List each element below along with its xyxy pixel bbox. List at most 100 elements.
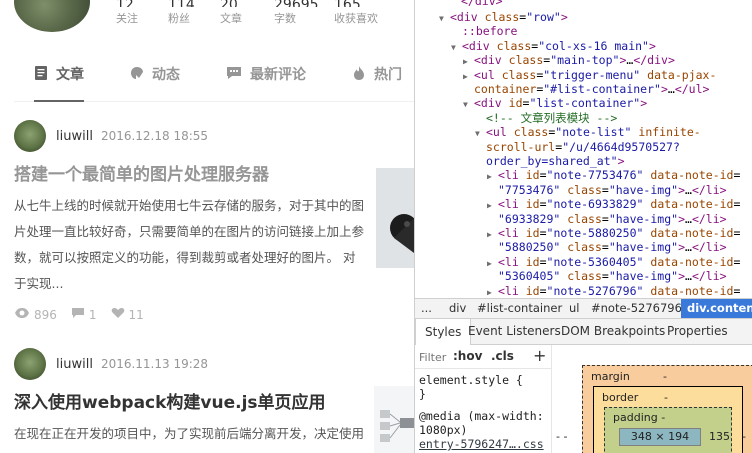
expand-triangle-icon[interactable]: ▶: [487, 170, 498, 184]
styles-pane: element.style { } @media (max-width: 108…: [415, 369, 551, 453]
expand-triangle-icon[interactable]: ▶: [487, 228, 498, 242]
dom-node-line[interactable]: "7753476" class="have-img">…</li>: [498, 183, 727, 197]
stat-label: 文章: [220, 12, 242, 25]
tab-hot[interactable]: 热门: [352, 64, 402, 102]
article-thumbnail[interactable]: [376, 168, 414, 268]
dom-line: </div>: [461, 0, 503, 8]
dom-node-line[interactable]: ▶ <li id="note-5276796" data-note-id=: [487, 284, 740, 298]
expand-triangle-icon[interactable]: ▶: [487, 257, 498, 271]
styles-filter-input[interactable]: [419, 349, 451, 365]
breadcrumb-item[interactable]: #list-container: [477, 301, 562, 315]
dom-node-line[interactable]: order_by=shared_at">: [486, 154, 625, 168]
devtools-panel: </div> ▼ <div class="row">::before ▼ <div c…: [414, 0, 752, 453]
article-footer: 896 1 11: [14, 307, 414, 322]
dom-node-line[interactable]: ▼ <div class="col-xs-16 main">: [451, 39, 656, 53]
tab-properties[interactable]: Properties: [667, 324, 728, 338]
publish-time: 2016.12.18 18:55: [100, 129, 209, 143]
expand-triangle-icon[interactable]: ▶: [487, 286, 498, 298]
box-model-border[interactable]: border - padding - 348 × 194 135: [593, 386, 743, 453]
expand-triangle-icon[interactable]: ▼: [439, 12, 450, 26]
dom-node-line[interactable]: ▶ <li id="note-5360405" data-note-id=: [487, 255, 740, 269]
stat-value: 114: [168, 0, 195, 7]
padding-label: padding -: [613, 411, 666, 424]
article-title[interactable]: 搭建一个最简单的图片处理服务器: [14, 163, 414, 187]
profile-avatar[interactable]: [14, 0, 90, 32]
dom-node-line[interactable]: "5880250" class="have-img">…</li>: [498, 240, 727, 254]
box-model-margin[interactable]: margin - border - padding - 348 × 194 13…: [582, 365, 752, 453]
element-style-close: }: [419, 387, 426, 401]
dom-node-line[interactable]: ▼ <ul class="note-list" infinite-: [475, 125, 701, 139]
tab-styles[interactable]: Styles: [415, 319, 472, 345]
dom-node-line[interactable]: scroll-url="/u/4664d9570527?: [486, 140, 680, 154]
author-name[interactable]: liuwill: [56, 357, 93, 372]
breadcrumb-item[interactable]: #note-5276796: [591, 301, 682, 315]
stat-articles[interactable]: 20 文章: [220, 0, 242, 26]
element-style-rule[interactable]: element.style {: [419, 373, 523, 387]
tab-label: 最新评论: [250, 67, 306, 83]
dom-node-line[interactable]: ::before: [462, 24, 517, 38]
tab-label: 文章: [56, 67, 84, 83]
expand-triangle-icon[interactable]: ▼: [451, 41, 462, 55]
stat-following[interactable]: 12 关注: [116, 0, 138, 26]
stat-label: 字数: [274, 12, 296, 25]
styles-filter-bar: :hov .cls +: [415, 345, 551, 369]
article-title[interactable]: 深入使用webpack构建vue.js单页应用: [14, 391, 414, 415]
box-model-padding[interactable]: padding - 348 × 194 135: [604, 407, 732, 453]
breadcrumb-item-selected[interactable]: div.content: [681, 299, 752, 318]
sidebar-pane-tabs: Styles Event Listeners DOM Breakpoints P…: [415, 318, 752, 345]
elements-tree[interactable]: </div> ▼ <div class="row">::before ▼ <div c…: [415, 0, 752, 298]
article-icon: [34, 66, 48, 80]
box-model-content[interactable]: 348 × 194: [619, 428, 701, 446]
author-name[interactable]: liuwill: [56, 129, 93, 144]
tab-activity[interactable]: 动态: [130, 64, 180, 102]
article-item[interactable]: liuwill 2016.12.18 18:55 搭建一个最简单的图片处理服务器…: [14, 120, 414, 322]
dom-node-line[interactable]: ▶ <ul class="trigger-menu" data-pjax-: [463, 68, 716, 82]
tab-dom-breakpoints[interactable]: DOM Breakpoints: [561, 324, 665, 338]
dom-node-line[interactable]: "6933829" class="have-img">…</li>: [498, 212, 727, 226]
author-avatar[interactable]: [14, 348, 46, 380]
expand-triangle-icon[interactable]: ▶: [463, 70, 474, 84]
stat-followers[interactable]: 114 粉丝: [168, 0, 195, 26]
cls-toggle[interactable]: .cls: [491, 349, 514, 363]
breadcrumb-item[interactable]: ...: [421, 301, 432, 315]
tab-label: 动态: [152, 67, 180, 83]
comment-icon: [71, 307, 85, 322]
media-query-width: 1080px): [419, 423, 468, 437]
stat-words: 29695 字数: [274, 0, 319, 26]
dom-node-line[interactable]: ▼ <div id="list-container">: [463, 96, 647, 110]
dom-text: </div>: [461, 0, 503, 8]
breadcrumb-item[interactable]: div: [449, 301, 466, 315]
comments-count[interactable]: 1: [71, 307, 97, 322]
dom-node-line[interactable]: ▶ <div class="main-top">…</div>: [463, 53, 675, 67]
tab-latest-comments[interactable]: 最新评论: [226, 64, 306, 102]
add-rule-button[interactable]: +: [533, 346, 546, 365]
tab-event-listeners[interactable]: Event Listeners: [468, 324, 561, 338]
expand-triangle-icon[interactable]: ▼: [475, 127, 486, 141]
breadcrumb-item[interactable]: ul: [569, 301, 579, 315]
dom-node-line[interactable]: <!-- 文章列表模块 -->: [486, 111, 617, 125]
expand-triangle-icon[interactable]: ▶: [487, 199, 498, 213]
activity-icon: [130, 66, 144, 80]
heart-icon: [111, 307, 125, 322]
box-model: margin - border - padding - 348 × 194 13…: [551, 345, 752, 453]
dom-node-line[interactable]: container="#list-container">…</ul>: [474, 82, 709, 96]
dom-node-line[interactable]: ▼ <div class="row">: [439, 10, 568, 24]
stylesheet-link[interactable]: entry-5796247….css: [419, 437, 544, 451]
views-count[interactable]: 896: [14, 307, 57, 322]
tab-articles[interactable]: 文章: [34, 64, 84, 102]
hov-toggle[interactable]: :hov: [453, 349, 482, 363]
article-item[interactable]: liuwill 2016.11.13 19:28 深入使用webpack构建vu…: [14, 348, 414, 453]
likes-count[interactable]: 11: [111, 307, 144, 322]
margin-label: margin: [591, 370, 630, 383]
breadcrumb: ... div #list-container ul #note-5276796…: [415, 298, 752, 318]
dom-node-line[interactable]: ▶ <li id="note-7753476" data-note-id=: [487, 168, 740, 182]
expand-triangle-icon[interactable]: ▼: [463, 98, 474, 112]
dom-node-line[interactable]: ▶ <li id="note-6933829" data-note-id=: [487, 197, 740, 211]
border-value: -: [664, 391, 668, 404]
views-value: 896: [34, 307, 57, 322]
article-thumbnail[interactable]: [374, 386, 414, 453]
likes-value: 11: [128, 307, 144, 322]
author-avatar[interactable]: [14, 120, 46, 152]
dom-node-line[interactable]: ▶ <li id="note-5880250" data-note-id=: [487, 226, 740, 240]
dom-node-line[interactable]: "5360405" class="have-img">…</li>: [498, 269, 727, 283]
